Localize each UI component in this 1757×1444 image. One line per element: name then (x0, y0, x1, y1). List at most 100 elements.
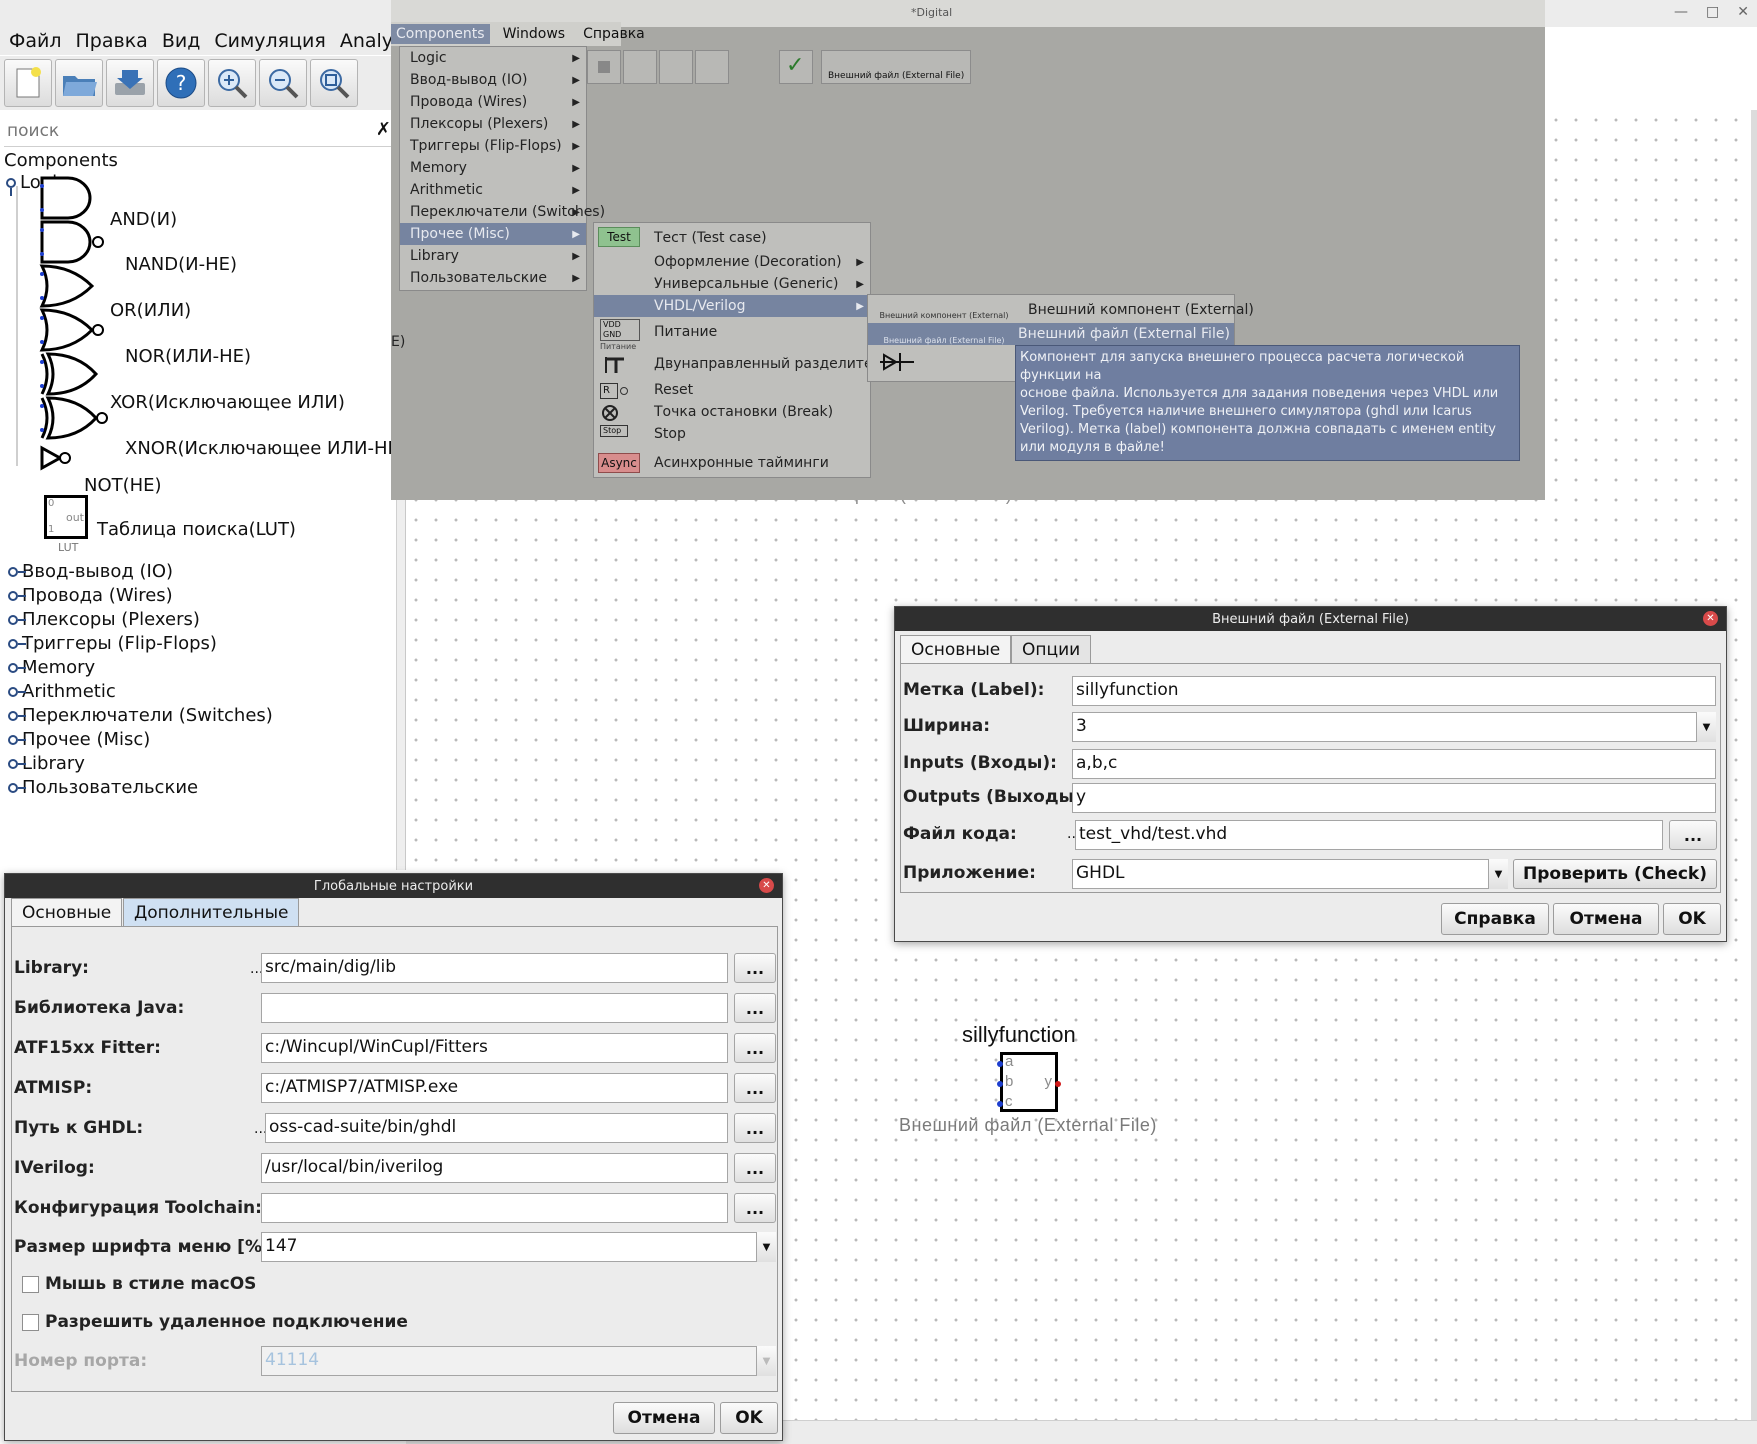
iverilog-input[interactable]: /usr/local/bin/iverilog (261, 1153, 728, 1183)
photo-misc-item-selected[interactable]: VHDL/Verilog ▶ (594, 295, 870, 317)
photo-menu-item[interactable]: Триггеры (Flip-Flops) ▶ (400, 135, 586, 157)
nand-gate-icon[interactable] (40, 220, 104, 264)
gate-label-or[interactable]: OR(ИЛИ) (110, 300, 191, 321)
ok-button[interactable]: OK (720, 1402, 778, 1434)
lut-icon[interactable]: 0 1 out (44, 495, 88, 539)
chevron-down-icon[interactable]: ▼ (756, 1232, 776, 1262)
dialog-titlebar[interactable]: Глобальные настройки (5, 874, 782, 898)
tree-group-flipflops[interactable]: Триггеры (Flip-Flops) (8, 633, 217, 654)
photo-misc-item[interactable]: Питание (644, 321, 717, 343)
or-gate-icon[interactable] (39, 264, 95, 308)
vertical-scrollbar[interactable] (1751, 110, 1757, 1420)
cancel-button[interactable]: Отмена (1553, 903, 1659, 935)
gate-label-nor[interactable]: NOR(ИЛИ-НЕ) (125, 346, 251, 367)
atmisp-input[interactable]: c:/ATMISP7/ATMISP.exe (261, 1073, 728, 1103)
tree-group-custom[interactable]: Пользовательские (8, 777, 198, 798)
photo-menu-item[interactable]: Arithmetic ▶ (400, 179, 586, 201)
inputs-input[interactable]: a,b,c (1072, 749, 1716, 779)
tree-collapsed-icon[interactable] (8, 686, 26, 697)
xnor-gate-icon[interactable] (40, 396, 108, 440)
output-connector-y[interactable] (1055, 1081, 1061, 1087)
tab-advanced[interactable]: Дополнительные (123, 898, 300, 926)
photo-menu-help[interactable]: Справка (578, 24, 650, 44)
code-file-input[interactable]: test_vhd/test.vhd (1075, 820, 1663, 850)
tree-expanded-icon[interactable] (6, 177, 16, 188)
tree-collapsed-icon[interactable] (8, 590, 26, 601)
photo-menu-item[interactable]: Memory ▶ (400, 157, 586, 179)
gate-label-nand[interactable]: NAND(И-НЕ) (125, 254, 237, 275)
check-button[interactable]: Проверить (Check) (1513, 859, 1717, 889)
maximize-icon[interactable]: □ (1706, 4, 1719, 20)
gate-label-not[interactable]: NOT(НЕ) (84, 475, 162, 496)
ok-button[interactable]: OK (1663, 903, 1721, 935)
tree-collapsed-icon[interactable] (8, 638, 26, 649)
cancel-button[interactable]: Отмена (613, 1402, 715, 1434)
input-connector-b[interactable] (997, 1081, 1003, 1087)
tree-collapsed-icon[interactable] (8, 662, 26, 673)
remote-connection-checkbox[interactable] (22, 1314, 39, 1331)
browse-atf-fitter-button[interactable]: ... (734, 1033, 776, 1063)
dialog-titlebar[interactable]: Внешний файл (External File) (895, 607, 1726, 631)
tree-collapsed-icon[interactable] (8, 614, 26, 625)
photo-menu-item[interactable]: Провода (Wires) ▶ (400, 91, 586, 113)
browse-iverilog-button[interactable]: ... (734, 1153, 776, 1183)
photo-menu-item[interactable]: Пользовательские ▶ (400, 267, 586, 289)
photo-misc-item[interactable]: Универсальные (Generic) ▶ (644, 273, 870, 295)
tree-group-library[interactable]: Library (8, 753, 85, 774)
tree-collapsed-icon[interactable] (8, 710, 26, 721)
macos-mouse-checkbox[interactable] (22, 1276, 39, 1293)
gate-label-lut[interactable]: Таблица поиска(LUT) (97, 519, 296, 540)
menu-simulation[interactable]: Симуляция (209, 30, 330, 52)
minimize-icon[interactable]: — (1674, 4, 1688, 20)
library-input[interactable]: src/main/dig/lib (261, 953, 728, 983)
label-input[interactable]: sillyfunction (1072, 676, 1716, 706)
menu-edit[interactable]: Правка (71, 30, 153, 52)
zoom-in-button[interactable] (208, 59, 256, 107)
toolchain-input[interactable] (261, 1193, 728, 1223)
photo-menu-item[interactable]: Logic ▶ (400, 47, 586, 69)
input-connector-a[interactable] (997, 1061, 1003, 1067)
nor-gate-icon[interactable] (39, 308, 104, 352)
tree-collapsed-icon[interactable] (8, 566, 26, 577)
close-icon[interactable]: ✕ (759, 878, 774, 893)
close-icon[interactable]: ✕ (1737, 4, 1749, 20)
search-input[interactable] (4, 117, 364, 145)
photo-menu-item[interactable]: Переключатели (Switches) ▶ (400, 201, 605, 223)
photo-misc-item[interactable]: Reset (644, 379, 693, 401)
photo-menu-item[interactable]: Плексоры (Plexers) ▶ (400, 113, 586, 135)
gate-label-and[interactable]: AND(И) (110, 209, 177, 230)
zoom-fit-button[interactable] (310, 59, 358, 107)
photo-misc-item[interactable]: Асинхронные тайминги (644, 452, 829, 474)
open-button[interactable] (55, 59, 103, 107)
photo-menu-components[interactable]: Components (391, 24, 490, 44)
clear-search-icon[interactable]: ✗ (376, 119, 391, 140)
new-file-button[interactable] (4, 59, 52, 107)
input-connector-c[interactable] (997, 1101, 1003, 1107)
save-button[interactable] (106, 59, 154, 107)
photo-menu-windows[interactable]: Windows (498, 24, 571, 44)
photo-menu-item[interactable]: Ввод-вывод (IO) ▶ (400, 69, 586, 91)
tree-group-arithmetic[interactable]: Arithmetic (8, 681, 116, 702)
tree-group-plexers[interactable]: Плексоры (Plexers) (8, 609, 200, 630)
tree-group-io[interactable]: Ввод-вывод (IO) (8, 561, 173, 582)
java-library-input[interactable] (261, 993, 728, 1023)
application-select[interactable]: GHDL (1072, 859, 1508, 889)
tree-collapsed-icon[interactable] (8, 782, 26, 793)
photo-misc-item[interactable]: Точка остановки (Break) (644, 401, 833, 423)
photo-misc-item[interactable]: Тест (Test case) (644, 227, 767, 249)
menu-file[interactable]: Файл (4, 30, 67, 52)
browse-ghdl-button[interactable]: ... (734, 1113, 776, 1143)
outputs-input[interactable]: y (1072, 783, 1716, 813)
gate-label-xor[interactable]: XOR(Исключающее ИЛИ) (110, 392, 345, 413)
browse-library-button[interactable]: ... (734, 953, 776, 983)
photo-misc-item[interactable]: Stop (644, 423, 686, 445)
browse-java-library-button[interactable]: ... (734, 993, 776, 1023)
browse-toolchain-button[interactable]: ... (734, 1193, 776, 1223)
tree-group-misc[interactable]: Прочее (Misc) (8, 729, 150, 750)
component-label[interactable]: sillyfunction (962, 1022, 1076, 1048)
atf-fitter-input[interactable]: c:/Wincupl/WinCupl/Fitters (261, 1033, 728, 1063)
tree-group-wires[interactable]: Провода (Wires) (8, 585, 173, 606)
zoom-out-button[interactable] (259, 59, 307, 107)
chevron-down-icon[interactable]: ▼ (1696, 712, 1716, 742)
browse-atmisp-button[interactable]: ... (734, 1073, 776, 1103)
